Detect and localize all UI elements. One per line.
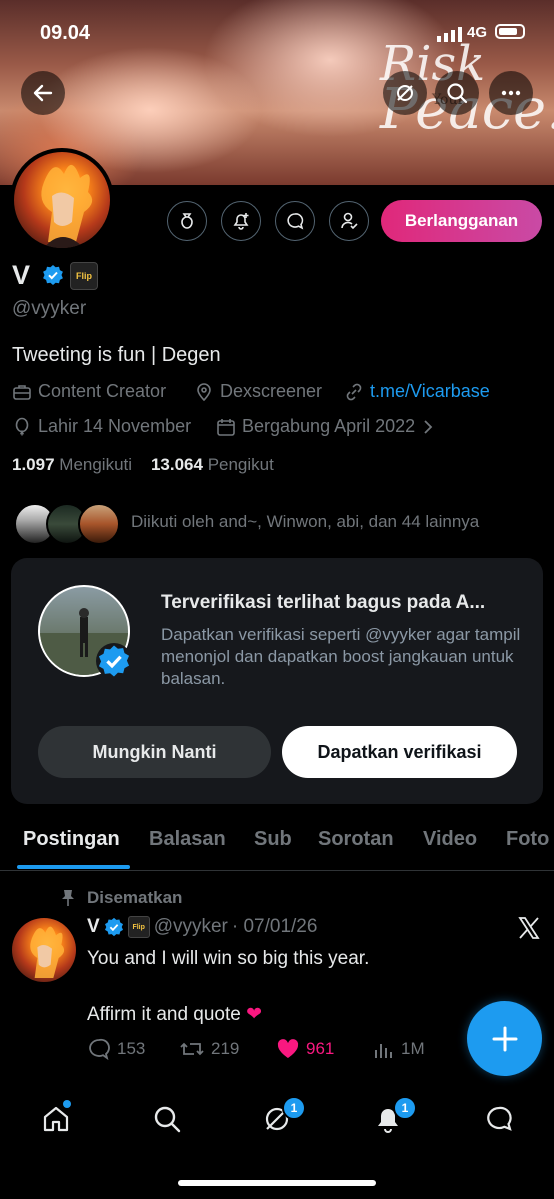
grok-badge: 1 (282, 1096, 306, 1120)
notify-button[interactable] (221, 201, 261, 241)
website-row[interactable]: t.me/Vicarbase (344, 381, 490, 402)
notifications-badge: 1 (393, 1096, 417, 1120)
affiliate-badge[interactable]: Flip (70, 262, 98, 290)
card-title: Terverifikasi terlihat bagus pada A... (161, 592, 486, 613)
post-text: You and I will win so big this year. Aff… (87, 948, 370, 1025)
profile-name: V (12, 260, 31, 290)
arrow-left-icon (33, 84, 53, 102)
follow-stats[interactable]: 1.097 Mengikuti 13.064 Pengikut (12, 455, 274, 475)
card-verified-badge-icon (96, 643, 132, 684)
following-button[interactable] (329, 201, 369, 241)
more-dots-icon (501, 90, 521, 96)
following-count: 1.097 (12, 455, 55, 474)
like-action[interactable]: 961 (276, 1038, 334, 1060)
views-chart-icon (375, 1044, 392, 1058)
grok-icon (397, 85, 413, 101)
profile-tabs: Postingan Balasan Sub Sorotan Video Foto (0, 822, 554, 871)
category-row: Content Creator (12, 381, 166, 402)
x-logo-icon (517, 916, 541, 945)
repost-icon (180, 1042, 204, 1056)
grok-button[interactable] (383, 71, 427, 115)
more-button[interactable] (489, 71, 533, 115)
nav-notifications[interactable]: 1 (371, 1096, 417, 1136)
tab-replies[interactable]: Balasan (149, 828, 226, 851)
link-icon (346, 383, 362, 400)
location-row: Dexscreener (194, 381, 322, 402)
balloon-icon (15, 417, 29, 435)
compose-fab[interactable] (467, 1001, 542, 1076)
chevron-right-icon (424, 419, 433, 434)
post-affiliate-badge: Flip (127, 916, 150, 938)
subscribe-button[interactable]: Berlangganan (381, 200, 542, 242)
heart-emoji-icon: ❤ (246, 1004, 263, 1025)
home-icon (43, 1106, 69, 1132)
chat-bubble-icon (287, 213, 304, 230)
followed-by-text[interactable]: Diikuti oleh and~, Winwon, abi, dan 44 l… (131, 512, 479, 532)
back-button[interactable] (21, 71, 65, 115)
reply-icon (89, 1038, 110, 1060)
verified-badge-icon (104, 917, 123, 937)
status-time: 09.04 (40, 22, 91, 44)
bell-plus-icon (233, 213, 249, 230)
joined-row[interactable]: Bergabung April 2022 (216, 416, 435, 437)
post-date: · 07/01/26 (231, 916, 318, 937)
maybe-later-button[interactable]: Mungkin Nanti (38, 726, 271, 778)
location-pin-icon (197, 382, 211, 401)
website-link: t.me/Vicarbase (370, 381, 490, 401)
active-tab-indicator (17, 865, 130, 869)
followers-count: 13.064 (150, 455, 203, 474)
user-check-icon (341, 212, 358, 230)
tab-videos[interactable]: Video (423, 828, 477, 851)
money-bag-icon (181, 213, 193, 229)
tip-button[interactable] (167, 201, 207, 241)
search-button[interactable] (435, 71, 479, 115)
tab-photos[interactable]: Foto (506, 828, 549, 851)
nav-search[interactable] (150, 1102, 184, 1136)
battery-icon (495, 24, 525, 39)
nav-messages[interactable] (482, 1102, 516, 1136)
profile-bio: Tweeting is fun | Degen (12, 344, 221, 366)
repost-action[interactable]: 219 (179, 1038, 239, 1060)
post-avatar[interactable] (12, 918, 76, 982)
search-icon (154, 1106, 181, 1133)
tab-subs[interactable]: Sub (254, 828, 292, 851)
network-label: 4G (467, 24, 488, 41)
post-author-handle: @vyyker (153, 916, 228, 937)
heart-filled-icon (277, 1039, 299, 1058)
post-author-name: V (87, 916, 100, 937)
reply-action[interactable]: 153 (87, 1038, 145, 1060)
pinned-label: Disematkan (87, 888, 183, 907)
follower-avatar (78, 503, 120, 545)
profile-avatar[interactable] (10, 148, 114, 252)
nav-grok[interactable]: 1 (260, 1096, 306, 1136)
get-verified-button[interactable]: Dapatkan verifikasi (282, 726, 517, 778)
pin-icon (60, 889, 76, 912)
verified-badge-icon (42, 264, 64, 291)
calendar-icon (217, 418, 235, 436)
birthday-row: Lahir 14 November (12, 416, 191, 437)
nav-home[interactable] (39, 1100, 73, 1136)
profile-handle: @vyyker (12, 298, 87, 319)
tab-highlights[interactable]: Sorotan (318, 828, 394, 851)
card-description: Dapatkan verifikasi seperti @vyyker agar… (161, 625, 521, 688)
home-dot-indicator (63, 1100, 71, 1108)
post-header: V Flip @vyyker · 07/01/26 (87, 916, 317, 938)
plus-icon (492, 1026, 517, 1051)
search-icon (447, 83, 468, 104)
tab-posts[interactable]: Postingan (23, 828, 120, 851)
home-indicator (178, 1180, 376, 1186)
views-action[interactable]: 1M (373, 1038, 425, 1060)
signal-icon (437, 26, 463, 47)
briefcase-icon (13, 384, 31, 400)
chat-bubble-icon (487, 1106, 512, 1131)
message-button[interactable] (275, 201, 315, 241)
